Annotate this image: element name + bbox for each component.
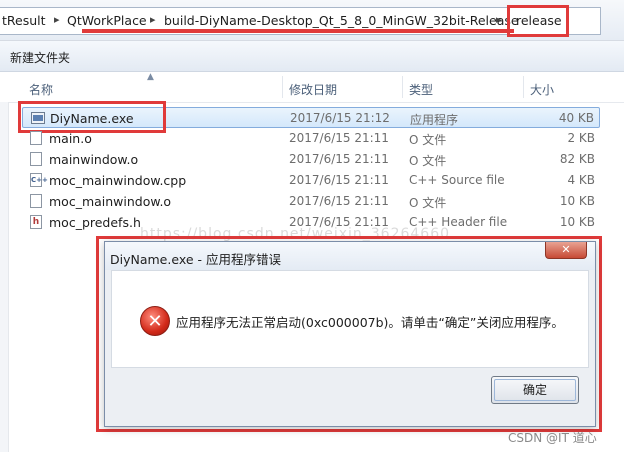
file-row-moc-mainwindow-cpp[interactable]: C++ moc_mainwindow.cpp 2017/6/15 21:11 C…: [22, 170, 600, 191]
error-dialog: DiyName.exe - 应用程序错误 ✕ ✕ 应用程序无法正常启动(0xc0…: [104, 241, 596, 427]
dialog-titlebar[interactable]: DiyName.exe - 应用程序错误 ✕: [105, 242, 595, 270]
navigation-pane-edge: [0, 102, 9, 452]
file-name: moc_predefs.h: [49, 215, 141, 230]
file-size: 10 KB: [559, 194, 595, 208]
highlight-box-release: [507, 5, 569, 37]
file-size: 2 KB: [567, 131, 595, 145]
file-date: 2017/6/15 21:11: [289, 152, 389, 166]
file-type: 应用程序: [410, 113, 459, 127]
breadcrumb-item-result[interactable]: tResult: [2, 13, 46, 28]
file-name: moc_mainwindow.cpp: [49, 173, 187, 188]
error-message: 应用程序无法正常启动(0xc000007b)。请单击“确定”关闭应用程序。: [176, 315, 564, 330]
file-name: main.o: [49, 131, 92, 146]
column-header-row: ▲ 名称 修改日期 类型 大小: [0, 72, 624, 103]
column-divider[interactable]: [523, 76, 524, 98]
breadcrumb-separator-icon[interactable]: ▸: [150, 13, 156, 26]
file-size: 40 KB: [558, 111, 594, 125]
file-type: O 文件: [409, 154, 447, 168]
file-icon: [30, 152, 42, 166]
header-file-icon: h: [30, 215, 42, 229]
sort-ascending-icon: ▲: [147, 72, 154, 82]
column-header-date[interactable]: 修改日期: [289, 81, 337, 98]
breadcrumb-separator-icon[interactable]: ▸: [496, 13, 502, 26]
file-type: O 文件: [409, 133, 447, 147]
source-credit: CSDN @IT 道心: [508, 431, 597, 445]
file-date: 2017/6/15 21:11: [289, 194, 389, 208]
column-header-size[interactable]: 大小: [530, 81, 554, 98]
file-size: 4 KB: [567, 173, 595, 187]
file-icon: [30, 194, 42, 208]
file-icon: [30, 131, 42, 145]
ok-button-focus-ring: [494, 379, 576, 401]
file-size: 10 KB: [559, 215, 595, 229]
file-date: 2017/6/15 21:11: [289, 173, 389, 187]
file-date: 2017/6/15 21:12: [290, 111, 390, 125]
file-date: 2017/6/15 21:11: [289, 131, 389, 145]
dialog-body: ✕ 应用程序无法正常启动(0xc000007b)。请单击“确定”关闭应用程序。: [111, 270, 589, 368]
file-name: mainwindow.o: [49, 152, 139, 167]
column-header-name[interactable]: 名称: [29, 81, 53, 98]
ok-button[interactable]: 确定: [491, 376, 579, 404]
toolbar: 新建文件夹: [0, 41, 624, 72]
breadcrumb-item-qtworkplace[interactable]: QtWorkPlace: [67, 13, 147, 28]
file-row-mainwindow-o[interactable]: mainwindow.o 2017/6/15 21:11 O 文件 82 KB: [22, 149, 600, 170]
close-icon[interactable]: ✕: [545, 242, 587, 259]
highlight-underline: [82, 29, 514, 33]
breadcrumb-item-build-folder[interactable]: build-DiyName-Desktop_Qt_5_8_0_MinGW_32b…: [164, 13, 519, 28]
file-type: O 文件: [409, 196, 447, 210]
column-divider[interactable]: [402, 76, 403, 98]
file-size: 82 KB: [559, 152, 595, 166]
breadcrumb-separator-icon[interactable]: ▸: [54, 13, 60, 26]
file-row-moc-mainwindow-o[interactable]: moc_mainwindow.o 2017/6/15 21:11 O 文件 10…: [22, 191, 600, 212]
file-row-main-o[interactable]: main.o 2017/6/15 21:11 O 文件 2 KB: [22, 128, 600, 149]
file-name: moc_mainwindow.o: [49, 194, 172, 209]
file-type: C++ Source file: [409, 173, 505, 187]
dialog-title: DiyName.exe - 应用程序错误: [110, 252, 281, 267]
column-header-type[interactable]: 类型: [409, 81, 433, 98]
cpp-file-icon: C++: [30, 173, 48, 187]
column-divider[interactable]: [282, 76, 283, 98]
error-icon: ✕: [140, 306, 170, 336]
new-folder-button[interactable]: 新建文件夹: [10, 49, 70, 66]
